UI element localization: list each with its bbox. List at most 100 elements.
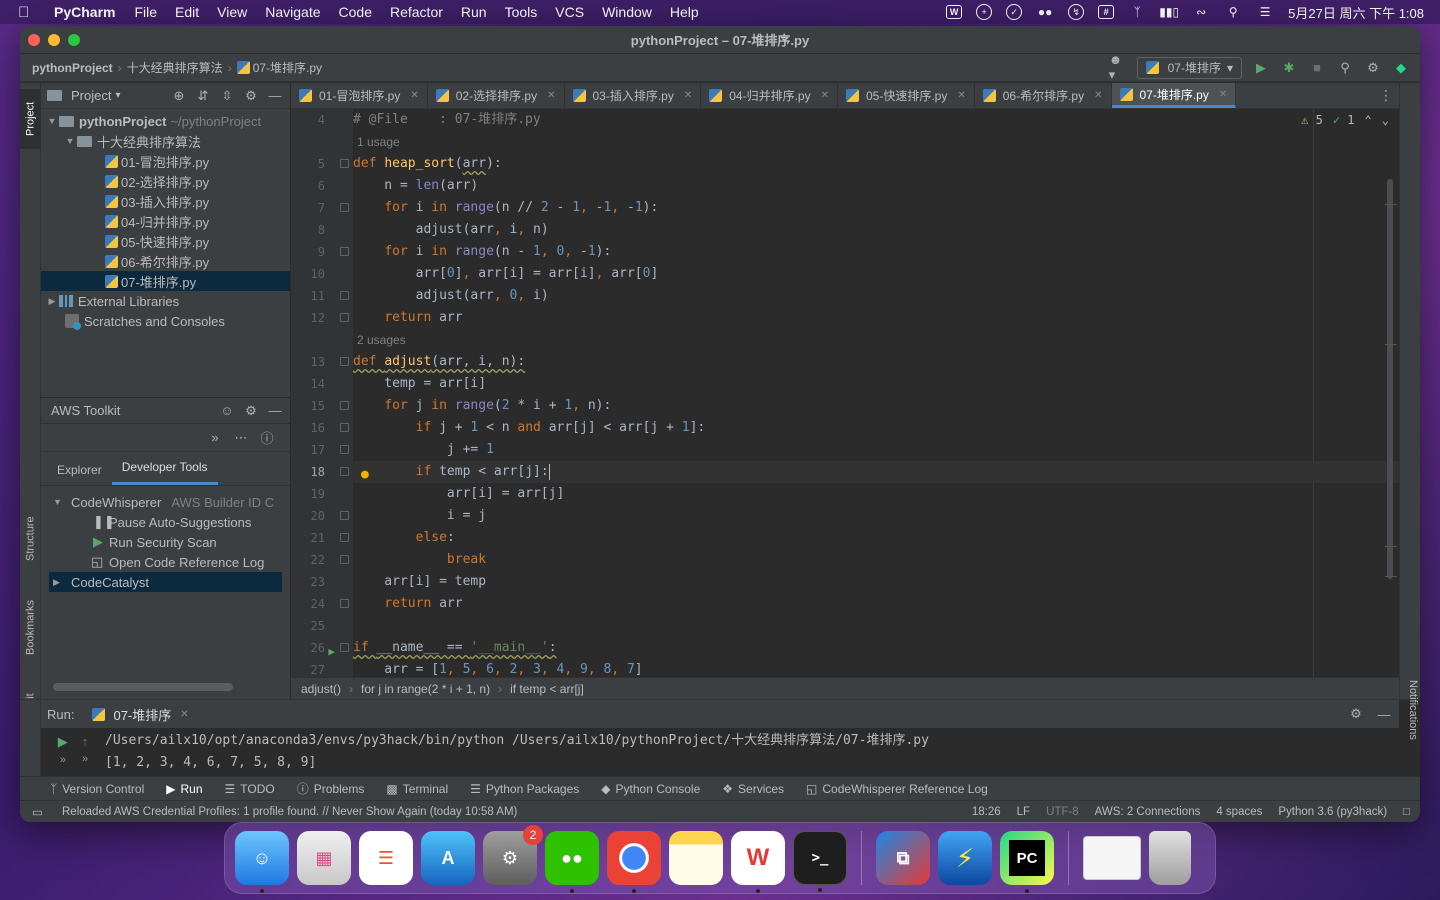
menu-refactor[interactable]: Refactor (390, 4, 443, 20)
code-text[interactable]: # @File : 07-堆排序.py 1 usage def heap_sor… (353, 109, 1399, 677)
apple-menu-icon[interactable]:  (18, 4, 40, 21)
fold-icon[interactable] (340, 533, 349, 542)
menu-navigate[interactable]: Navigate (265, 4, 320, 20)
python-packages-tool-button[interactable]: ☰ Python Packages (470, 782, 579, 796)
inspection-widget[interactable]: ⚠ 5 ✓ 1 ⌃ ⌄ (1301, 113, 1389, 127)
fold-icon[interactable] (340, 423, 349, 432)
app-store-app-icon[interactable]: A (421, 831, 475, 885)
chevron-right-icon[interactable]: ▶ (45, 296, 59, 307)
close-tab-icon[interactable]: ✕ (821, 90, 829, 101)
menu-window[interactable]: Window (602, 4, 652, 20)
terminal-app-icon[interactable]: >_ (793, 831, 847, 892)
fold-icon[interactable] (340, 357, 349, 366)
structure-tool-tab[interactable]: Structure (20, 503, 41, 575)
editor-tab[interactable]: 02-选择排序.py ✕ (428, 83, 565, 108)
nav-crumb-project[interactable]: pythonProject (32, 61, 113, 75)
wps-app-icon[interactable]: W (731, 831, 785, 893)
chevron-down-icon[interactable]: ▼ (45, 116, 59, 126)
menu-view[interactable]: View (217, 4, 247, 20)
tree-root-row[interactable]: ▼ pythonProject ~/pythonProject (41, 111, 290, 131)
launchpad-app-icon[interactable]: ▦ (297, 831, 351, 885)
spotlight-search-icon[interactable]: ⚲ (1224, 5, 1242, 19)
gear-icon[interactable]: ⚙ (1347, 705, 1365, 723)
gear-icon[interactable]: ⚙ (242, 87, 260, 105)
fold-icon[interactable] (340, 643, 349, 652)
vpn-status-icon[interactable]: ✓ (1006, 4, 1023, 20)
nav-crumb-folder[interactable]: 十大经典排序算法 (127, 59, 223, 76)
editor-tab[interactable]: 05-快速排序.py ✕ (838, 83, 975, 108)
close-tab-icon[interactable]: ✕ (180, 709, 188, 720)
menubar-clock[interactable]: 5月27日 周六 下午 1:08 (1288, 3, 1424, 22)
breadcrumb-item[interactable]: adjust() (301, 682, 341, 696)
wechat-app-icon[interactable]: ●● (545, 831, 599, 893)
notes-app-icon[interactable] (669, 831, 723, 885)
wps-status-icon[interactable]: W (946, 5, 963, 19)
fold-icon[interactable] (340, 445, 349, 454)
aws-tab-explorer[interactable]: Explorer (47, 463, 112, 485)
editor-vertical-scrollbar[interactable] (1387, 179, 1393, 579)
lock-icon[interactable]: □ (1403, 806, 1410, 818)
caret-position[interactable]: 18:26 (972, 806, 1001, 818)
control-center-icon[interactable]: ☰ (1256, 5, 1274, 19)
hide-panel-icon[interactable]: — (266, 87, 284, 105)
python-interpreter[interactable]: Python 3.6 (py3hack) (1278, 806, 1387, 818)
system-settings-app-icon[interactable]: ⚙ 2 (483, 825, 543, 885)
breadcrumb-item[interactable]: if temp < arr[j] (510, 682, 584, 696)
app-menu[interactable]: PyCharm (54, 4, 115, 20)
fold-icon[interactable] (340, 555, 349, 564)
search-icon[interactable]: ⚲ (1336, 59, 1354, 77)
jetbrains-logo-icon[interactable]: ◆ (1392, 59, 1410, 77)
codecatalyst-row[interactable]: ▶ CodeCatalyst (49, 572, 282, 592)
scroll-up-icon[interactable]: ↑ (82, 734, 89, 749)
close-tab-icon[interactable]: ✕ (684, 90, 692, 101)
bluetooth-icon[interactable]: ᛉ (1128, 5, 1146, 19)
editor-tab[interactable]: 01-冒泡排序.py ✕ (291, 83, 428, 108)
document-preview-thumbnail[interactable] (1083, 836, 1141, 880)
help-circle-icon[interactable]: ⓘ (258, 429, 276, 447)
minimize-window-button[interactable] (48, 33, 60, 46)
hide-panel-icon[interactable]: — (1375, 705, 1393, 723)
tree-file-row[interactable]: 05-快速排序.py (41, 231, 290, 251)
user-account-icon[interactable]: ☻▾ (1109, 52, 1127, 82)
tree-file-row[interactable]: 06-希尔排序.py (41, 251, 290, 271)
tree-file-row[interactable]: 03-插入排序.py (41, 191, 290, 211)
editor-tab[interactable]: 04-归并排序.py ✕ (701, 83, 838, 108)
line-separator[interactable]: LF (1017, 806, 1030, 818)
fold-icon[interactable] (340, 247, 349, 256)
usage-hint[interactable]: 2 usages (353, 329, 1399, 351)
next-highlight-icon[interactable]: ⌄ (1382, 113, 1389, 127)
previous-highlight-icon[interactable]: ⌃ (1365, 113, 1372, 127)
tree-external-libraries-row[interactable]: ▶ External Libraries (41, 291, 290, 311)
editor-tab-active[interactable]: 07-堆排序.py ✕ (1111, 83, 1237, 108)
thunder-app-icon[interactable]: ⚡ (938, 831, 992, 885)
run-button[interactable]: ▶ (1252, 59, 1270, 77)
menu-file[interactable]: File (134, 4, 157, 20)
gear-icon[interactable]: ⚙ (242, 402, 260, 420)
close-tab-icon[interactable]: ✕ (1219, 89, 1227, 100)
fold-icon[interactable] (340, 599, 349, 608)
close-tab-icon[interactable]: ✕ (410, 90, 418, 101)
finder-app-icon[interactable]: ☺ (235, 831, 289, 893)
tree-scratches-row[interactable]: Scratches and Consoles (41, 311, 290, 331)
chevron-down-icon[interactable]: ▼ (63, 136, 77, 146)
reference-log-row[interactable]: ◱ Open Code Reference Log (41, 552, 290, 572)
wechat-status-icon[interactable]: ●● (1036, 5, 1054, 19)
breadcrumb-item[interactable]: for j in range(2 * i + 1, n) (361, 682, 490, 696)
project-panel-title[interactable]: Project (71, 88, 111, 103)
run-console[interactable]: /Users/ailx10/opt/anaconda3/envs/py3hack… (105, 728, 929, 776)
fold-icon[interactable] (340, 203, 349, 212)
close-tab-icon[interactable]: ✕ (957, 90, 965, 101)
project-tool-tab[interactable]: Project (20, 89, 41, 149)
file-encoding[interactable]: UTF-8 (1046, 806, 1079, 818)
fold-icon[interactable] (340, 291, 349, 300)
toggle-tool-windows-icon[interactable]: ▭ (32, 805, 43, 819)
double-chevron-icon[interactable]: » (60, 754, 66, 766)
feedback-smiley-icon[interactable]: ☺ (218, 402, 236, 420)
fold-icon[interactable] (340, 313, 349, 322)
aws-connections[interactable]: AWS: 2 Connections (1095, 806, 1201, 818)
locate-target-icon[interactable]: ⊕ (170, 87, 188, 105)
tree-file-row[interactable]: 01-冒泡排序.py (41, 151, 290, 171)
remote-desktop-app-icon[interactable]: ⧉ (876, 831, 930, 885)
menu-help[interactable]: Help (670, 4, 699, 20)
grid-status-icon[interactable]: # (1098, 5, 1115, 19)
